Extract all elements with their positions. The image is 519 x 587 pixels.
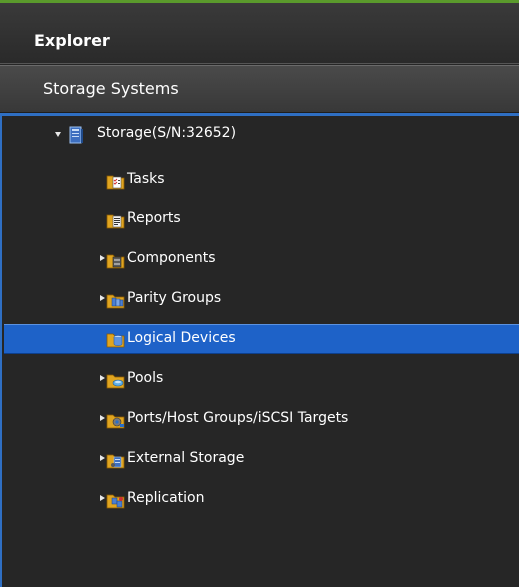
tree-item-components[interactable]: Components	[2, 245, 519, 273]
tree-item-pools[interactable]: Pools	[2, 365, 519, 393]
tree-item-ports-host-groups[interactable]: Ports/Host Groups/iSCSI Targets	[2, 405, 519, 433]
parity-groups-folder-icon	[106, 290, 126, 314]
navigation-tree: Storage(S/N:32652) Tasks Reports Compone…	[0, 113, 519, 587]
reports-folder-icon	[106, 210, 126, 234]
tree-item-logical-devices[interactable]: Logical Devices	[4, 324, 519, 354]
external-storage-folder-icon	[106, 450, 126, 474]
tree-item-label: Storage(S/N:32652)	[97, 125, 237, 141]
tree-item-reports[interactable]: Reports	[2, 205, 519, 233]
expand-arrow-icon[interactable]	[100, 455, 105, 461]
storage-system-icon	[66, 125, 86, 149]
collapse-arrow-icon[interactable]	[55, 132, 61, 137]
components-folder-icon	[106, 250, 126, 274]
explorer-title: Explorer	[34, 31, 110, 50]
ports-folder-icon	[106, 410, 126, 434]
expand-arrow-icon[interactable]	[100, 255, 105, 261]
storage-systems-title: Storage Systems	[43, 79, 179, 98]
replication-folder-icon	[106, 490, 126, 514]
tree-item-replication[interactable]: Replication	[2, 485, 519, 513]
expand-arrow-icon[interactable]	[100, 375, 105, 381]
tree-item-tasks[interactable]: Tasks	[2, 166, 519, 194]
storage-systems-header[interactable]: Storage Systems	[0, 65, 519, 113]
tree-item-parity-groups[interactable]: Parity Groups	[2, 285, 519, 313]
tree-item-label: Replication	[127, 490, 205, 506]
pools-folder-icon	[106, 370, 126, 394]
logical-devices-folder-icon	[106, 329, 126, 353]
tree-item-label: Pools	[127, 370, 164, 386]
tree-item-label: External Storage	[127, 450, 245, 466]
explorer-header: Explorer	[0, 3, 519, 64]
tasks-folder-icon	[106, 171, 126, 195]
tree-item-external-storage[interactable]: External Storage	[2, 445, 519, 473]
tree-item-label: Tasks	[127, 171, 165, 187]
expand-arrow-icon[interactable]	[100, 415, 105, 421]
expand-arrow-icon[interactable]	[100, 495, 105, 501]
tree-item-storage-root[interactable]: Storage(S/N:32652)	[2, 120, 519, 148]
tree-item-label: Parity Groups	[127, 290, 222, 306]
explorer-panel: Explorer Storage Systems Storage(S/N:326…	[0, 0, 519, 587]
tree-item-label: Reports	[127, 210, 181, 226]
tree-item-label: Ports/Host Groups/iSCSI Targets	[127, 410, 349, 426]
tree-item-label: Components	[127, 250, 216, 266]
expand-arrow-icon[interactable]	[100, 295, 105, 301]
tree-item-label: Logical Devices	[127, 330, 236, 346]
